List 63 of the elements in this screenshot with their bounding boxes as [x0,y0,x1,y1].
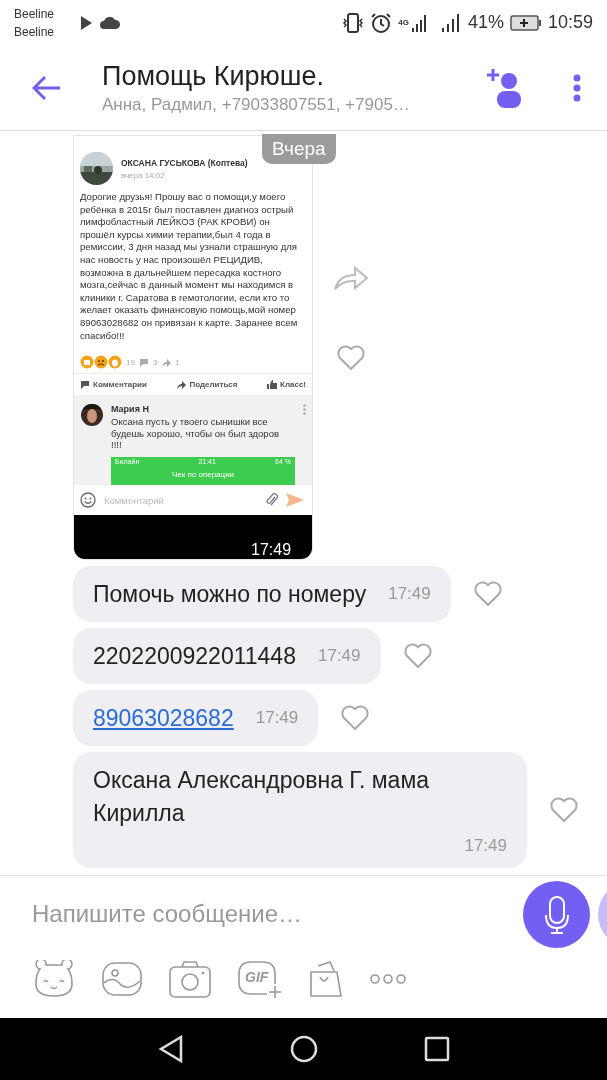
heart-icon[interactable] [402,643,433,669]
post-author: ОКСАНА ГУСЬКОВА (Коптева) [121,157,248,168]
chat-participants: Анна, Радмил, +79033807551, +7905… [102,94,411,115]
share-link: Поделиться [176,380,238,390]
signal-icon [441,13,462,32]
battery-charging-icon [509,14,542,31]
alarm-icon [370,11,393,34]
more-options-icon [303,404,306,416]
reaction-emoji-icons [80,355,122,370]
share-icon [161,357,172,367]
gif-button[interactable]: GIF [237,960,283,998]
heart-icon[interactable] [336,344,366,371]
more-options-icon[interactable] [573,73,581,102]
post-time: вчера 14:02 [121,170,166,180]
comment-placeholder: Комментарий [104,494,165,506]
network-type: 4G [398,18,409,27]
smiley-icon [80,492,96,509]
cloud-icon [100,16,121,29]
clock: 10:59 [547,12,593,33]
date-separator: Вчера [262,134,336,164]
like-link: Класс! [267,380,306,390]
message-text: 2202200922011448 [93,642,296,670]
phone-link[interactable]: 89063028682 [93,704,234,732]
heart-icon[interactable] [549,797,579,823]
comment-icon [80,380,90,390]
comment-count: 3 [152,357,158,367]
add-participant-icon[interactable] [487,66,523,109]
message-time: 17:49 [317,646,361,666]
comment-author: Мария Н [111,404,150,415]
heart-icon[interactable] [472,581,503,607]
message-input[interactable]: Напишите сообщение… [32,896,452,932]
comments-link: Комментарии [80,380,147,390]
camera-icon[interactable] [168,960,212,998]
share-count: 1 [175,357,180,367]
comment-text: Оксана пусть у твоего сынишки все будешь хорошо, чтобы он был здоров !!!! [111,416,280,451]
carrier-name: Beeline [14,5,55,23]
recents-nav-icon[interactable] [423,1036,450,1062]
forward-icon[interactable] [333,264,369,291]
thumbs-up-icon [267,380,277,390]
back-arrow-icon[interactable] [32,74,62,101]
sticker-icon[interactable] [32,960,76,998]
vibrate-icon [342,11,365,34]
send-icon [286,493,304,508]
message-text: Помочь можно по номеру [93,580,367,608]
signal-icon [411,13,428,32]
battery-percent: 41% [467,12,504,33]
back-nav-icon[interactable] [157,1035,184,1063]
home-nav-icon[interactable] [289,1035,318,1063]
chat-title: Помощь Кирюше. [102,60,326,92]
message-time: 17:49 [255,708,299,728]
carrier-name: Beeline [14,23,55,41]
receipt-title: Чек по операции [170,469,236,479]
share-icon [176,380,187,390]
shopping-bag-icon[interactable] [308,960,344,998]
post-text: Дорогие друзья! Прошу вас о помощи,у моего ребёнка в 2015г был поставлен диагноз острый лимфобластный ЛЕЙКОЗ (РАК КРОВИ) он прошёл курсы химии терапии,был 4 года в ремиссии, 3 дня назад мы узнали страшную для нас новость у нас произошёл РЕЦИДИВ, возможна в дальнейшем пересадка костного мозга,сейчас в данный момент мы находимся в клиники г. Саратова в гемотологии, если кто то желает оказать финансовую помощь,мой номер 89063028682 он привязан к карте. Заранее всем спасибо!!! [79,190,299,343]
heart-icon[interactable] [340,705,371,731]
gallery-icon[interactable] [101,961,143,997]
message-time: 17:49 [388,584,431,604]
comment-icon [138,357,149,367]
message-time: 17:49 [464,836,507,856]
message-text: Оксана Александровна Г. мама Кирилла [93,766,430,828]
reaction-count: 19 [126,357,135,367]
more-icon[interactable] [369,973,407,985]
